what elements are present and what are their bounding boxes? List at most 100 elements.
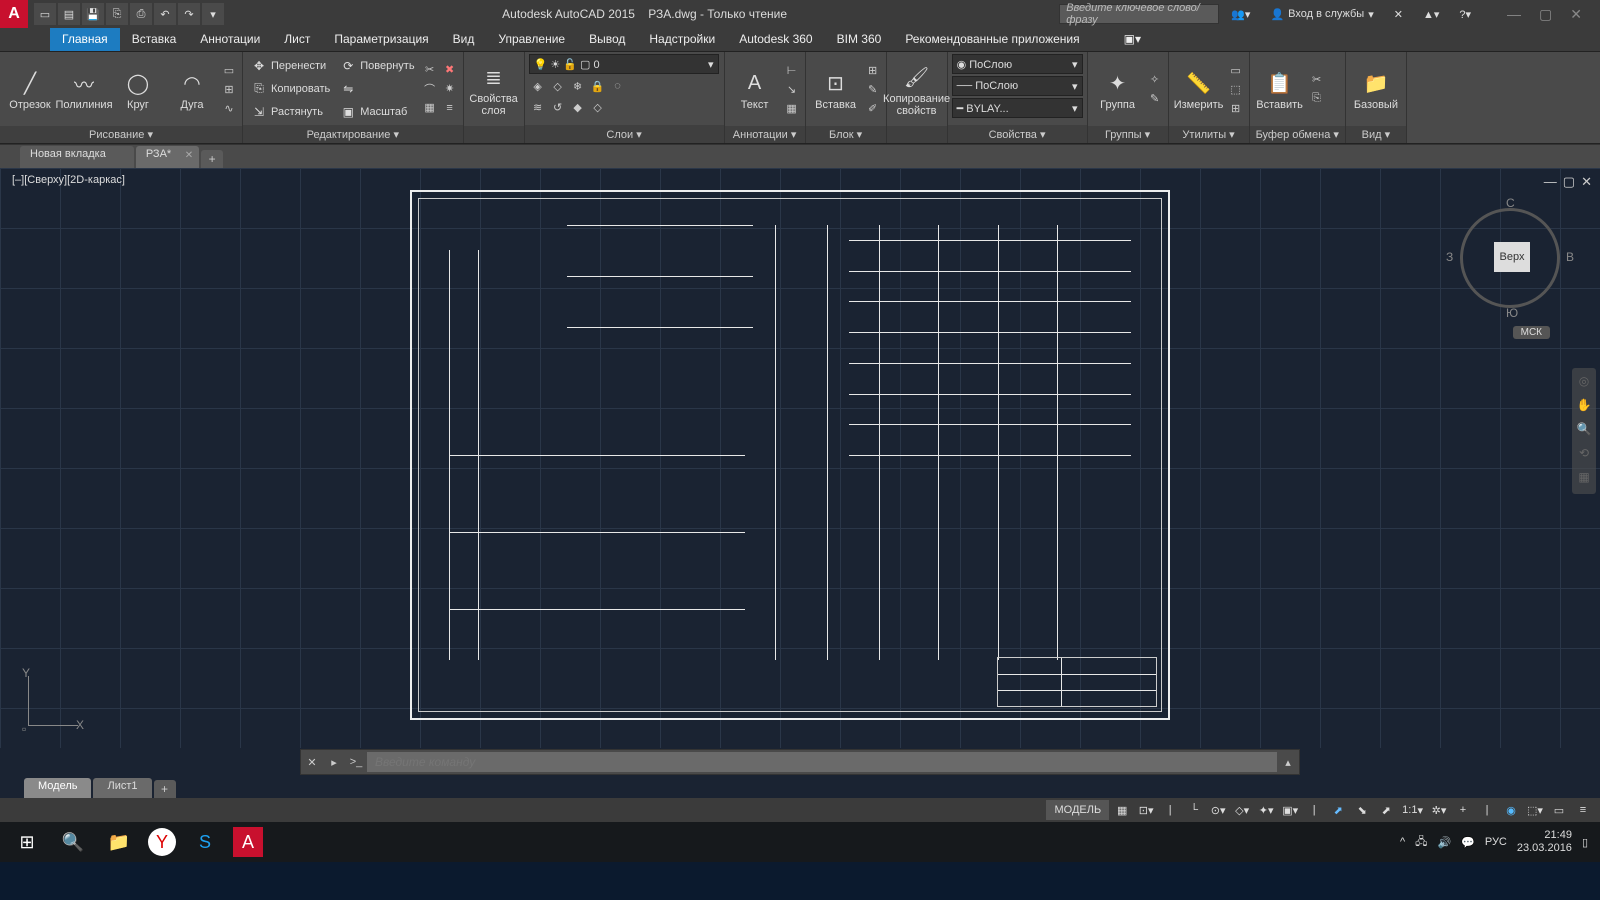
viewcube-north[interactable]: С bbox=[1506, 196, 1515, 210]
yandex-icon[interactable]: Y bbox=[148, 828, 176, 856]
group-edit-icon[interactable]: ✎ bbox=[1146, 90, 1164, 108]
tab-layout[interactable]: Лист bbox=[272, 28, 322, 51]
leader-icon[interactable]: ↘ bbox=[783, 80, 801, 98]
array-icon[interactable]: ▦ bbox=[421, 99, 439, 117]
tab-manage[interactable]: Управление bbox=[486, 28, 577, 51]
status-cleanscreen-icon[interactable]: ▭ bbox=[1548, 800, 1570, 820]
spline-icon[interactable]: ∿ bbox=[220, 99, 238, 117]
viewcube-south[interactable]: Ю bbox=[1506, 306, 1518, 320]
close-tab-icon[interactable]: ✕ bbox=[185, 150, 193, 161]
cut-icon[interactable]: ✂ bbox=[1308, 71, 1326, 89]
minimize-button[interactable]: — bbox=[1507, 6, 1521, 23]
tab-annotate[interactable]: Аннотации bbox=[188, 28, 272, 51]
layer-prev-icon[interactable]: ↺ bbox=[549, 98, 567, 116]
nav-orbit-icon[interactable]: ⟲ bbox=[1575, 446, 1593, 464]
nav-wheel-icon[interactable]: ◎ bbox=[1575, 374, 1593, 392]
status-snap-icon[interactable]: ⊡▾ bbox=[1135, 800, 1157, 820]
autocad-taskbar-icon[interactable]: A bbox=[233, 827, 263, 857]
close-button[interactable]: ✕ bbox=[1570, 6, 1582, 23]
cmdline-recent-icon[interactable]: ▸ bbox=[323, 751, 345, 773]
circle-button[interactable]: ◯Круг bbox=[112, 54, 164, 124]
hatch-icon[interactable]: ⊞ bbox=[220, 80, 238, 98]
tab-insert[interactable]: Вставка bbox=[120, 28, 189, 51]
status-annomon-icon[interactable]: + bbox=[1452, 800, 1474, 820]
filetab-new[interactable]: Новая вкладка bbox=[20, 146, 134, 168]
filetab-rza[interactable]: РЗА*✕ bbox=[136, 146, 199, 168]
tray-lang[interactable]: РУС bbox=[1485, 836, 1507, 848]
select-all-icon[interactable]: ▭ bbox=[1227, 61, 1245, 79]
tray-volume-icon[interactable]: 🔊 bbox=[1437, 836, 1451, 849]
lineweight-dropdown[interactable]: ━ BYLAY...▾ bbox=[952, 98, 1083, 118]
saveas-icon[interactable]: ⎘ bbox=[106, 3, 128, 25]
tab-parametric[interactable]: Параметризация bbox=[322, 28, 440, 51]
status-hwaccel-icon[interactable]: ◉ bbox=[1500, 800, 1522, 820]
copy-button[interactable]: ⎘Копировать bbox=[247, 78, 334, 100]
viewport-minimize-icon[interactable]: — bbox=[1544, 174, 1557, 190]
tray-network-icon[interactable]: 🖧 bbox=[1415, 833, 1427, 852]
taskview-icon[interactable]: 🔍 bbox=[50, 822, 96, 862]
layer-properties-button[interactable]: ≣Свойства слоя bbox=[468, 54, 520, 124]
viewcube-east[interactable]: В bbox=[1566, 250, 1574, 264]
layer-freeze-icon[interactable]: ❄ bbox=[569, 77, 587, 95]
search-input[interactable]: Введите ключевое слово/фразу bbox=[1059, 4, 1219, 24]
drawing-viewport[interactable]: [–][Сверху][2D-каркас] — ▢ ✕ bbox=[0, 168, 1600, 748]
signin-button[interactable]: 👤 Вход в службы▾ bbox=[1262, 8, 1381, 21]
nav-showmotion-icon[interactable]: ▦ bbox=[1575, 470, 1593, 488]
add-tab-button[interactable]: + bbox=[201, 150, 223, 168]
mirror-button[interactable]: ⇋ bbox=[336, 78, 418, 100]
explode-icon[interactable]: ✷ bbox=[441, 80, 459, 98]
undo-icon[interactable]: ↶ bbox=[154, 3, 176, 25]
layout1-tab[interactable]: Лист1 bbox=[93, 778, 151, 798]
status-grid-icon[interactable]: ▦ bbox=[1111, 800, 1133, 820]
layer-iso-icon[interactable]: ◇ bbox=[549, 77, 567, 95]
panel-clipboard-title[interactable]: Буфер обмена ▾ bbox=[1250, 126, 1345, 143]
panel-block-title[interactable]: Блок ▾ bbox=[806, 126, 886, 143]
paste-button[interactable]: 📋Вставить bbox=[1254, 54, 1306, 124]
layer-off-icon[interactable]: ◌ bbox=[609, 77, 627, 95]
panel-draw-title[interactable]: Рисование ▾ bbox=[0, 126, 242, 143]
erase-icon[interactable]: ✖ bbox=[441, 61, 459, 79]
panel-view-title[interactable]: Вид ▾ bbox=[1346, 126, 1406, 143]
rect-icon[interactable]: ▭ bbox=[220, 61, 238, 79]
color-dropdown[interactable]: ◉ ПоСлою▾ bbox=[952, 54, 1083, 74]
trim-icon[interactable]: ✂ bbox=[421, 61, 439, 79]
ribbon-toggle-icon[interactable]: ▣▾ bbox=[1112, 28, 1153, 51]
ungroup-icon[interactable]: ✧ bbox=[1146, 71, 1164, 89]
model-tab[interactable]: Модель bbox=[24, 778, 91, 798]
qat-more-icon[interactable]: ▾ bbox=[202, 3, 224, 25]
scale-button[interactable]: ▣Масштаб bbox=[336, 101, 418, 123]
polyline-button[interactable]: 〰Полилиния bbox=[58, 54, 110, 124]
app-menu-icon[interactable]: A bbox=[0, 0, 28, 28]
viewport-label[interactable]: [–][Сверху][2D-каркас] bbox=[12, 174, 125, 186]
edit-block-icon[interactable]: ✎ bbox=[864, 80, 882, 98]
cmdline-close-icon[interactable]: ✕ bbox=[301, 751, 323, 773]
panel-layers-title[interactable]: Слои ▾ bbox=[525, 125, 724, 143]
tab-view[interactable]: Вид bbox=[441, 28, 487, 51]
maximize-button[interactable]: ▢ bbox=[1539, 6, 1552, 23]
status-customize-icon[interactable]: ≡ bbox=[1572, 800, 1594, 820]
dim-linear-icon[interactable]: ⊢ bbox=[783, 61, 801, 79]
open-icon[interactable]: ▤ bbox=[58, 3, 80, 25]
layer-more1-icon[interactable]: ◆ bbox=[569, 98, 587, 116]
tray-clock[interactable]: 21:49 23.03.2016 bbox=[1517, 829, 1572, 855]
tab-appstore[interactable]: Рекомендованные приложения bbox=[893, 28, 1091, 51]
redo-icon[interactable]: ↷ bbox=[178, 3, 200, 25]
attr-edit-icon[interactable]: ✐ bbox=[864, 99, 882, 117]
linetype-dropdown[interactable]: ── ПоСлою▾ bbox=[952, 76, 1083, 96]
layer-more2-icon[interactable]: ◇ bbox=[589, 98, 607, 116]
rotate-button[interactable]: ⟳Повернуть bbox=[336, 55, 418, 77]
viewcube-wcs[interactable]: МСК bbox=[1513, 326, 1550, 339]
tab-a360[interactable]: Autodesk 360 bbox=[727, 28, 824, 51]
group-button[interactable]: ✦Группа bbox=[1092, 54, 1144, 124]
a360-icon[interactable]: ▲▾ bbox=[1415, 8, 1447, 21]
viewport-restore-icon[interactable]: ▢ bbox=[1563, 174, 1575, 190]
layer-match-icon[interactable]: ≋ bbox=[529, 98, 547, 116]
viewcube[interactable]: Верх С Ю В З bbox=[1450, 198, 1570, 318]
status-polar-icon[interactable]: ⊙▾ bbox=[1207, 800, 1229, 820]
layer-state-icon[interactable]: ◈ bbox=[529, 77, 547, 95]
status-osnap-icon[interactable]: ✦▾ bbox=[1255, 800, 1277, 820]
start-button[interactable]: ⊞ bbox=[4, 822, 50, 862]
cmdline-expand-icon[interactable]: ▴ bbox=[1277, 751, 1299, 773]
panel-groups-title[interactable]: Группы ▾ bbox=[1088, 126, 1168, 143]
panel-utilities-title[interactable]: Утилиты ▾ bbox=[1169, 126, 1249, 143]
